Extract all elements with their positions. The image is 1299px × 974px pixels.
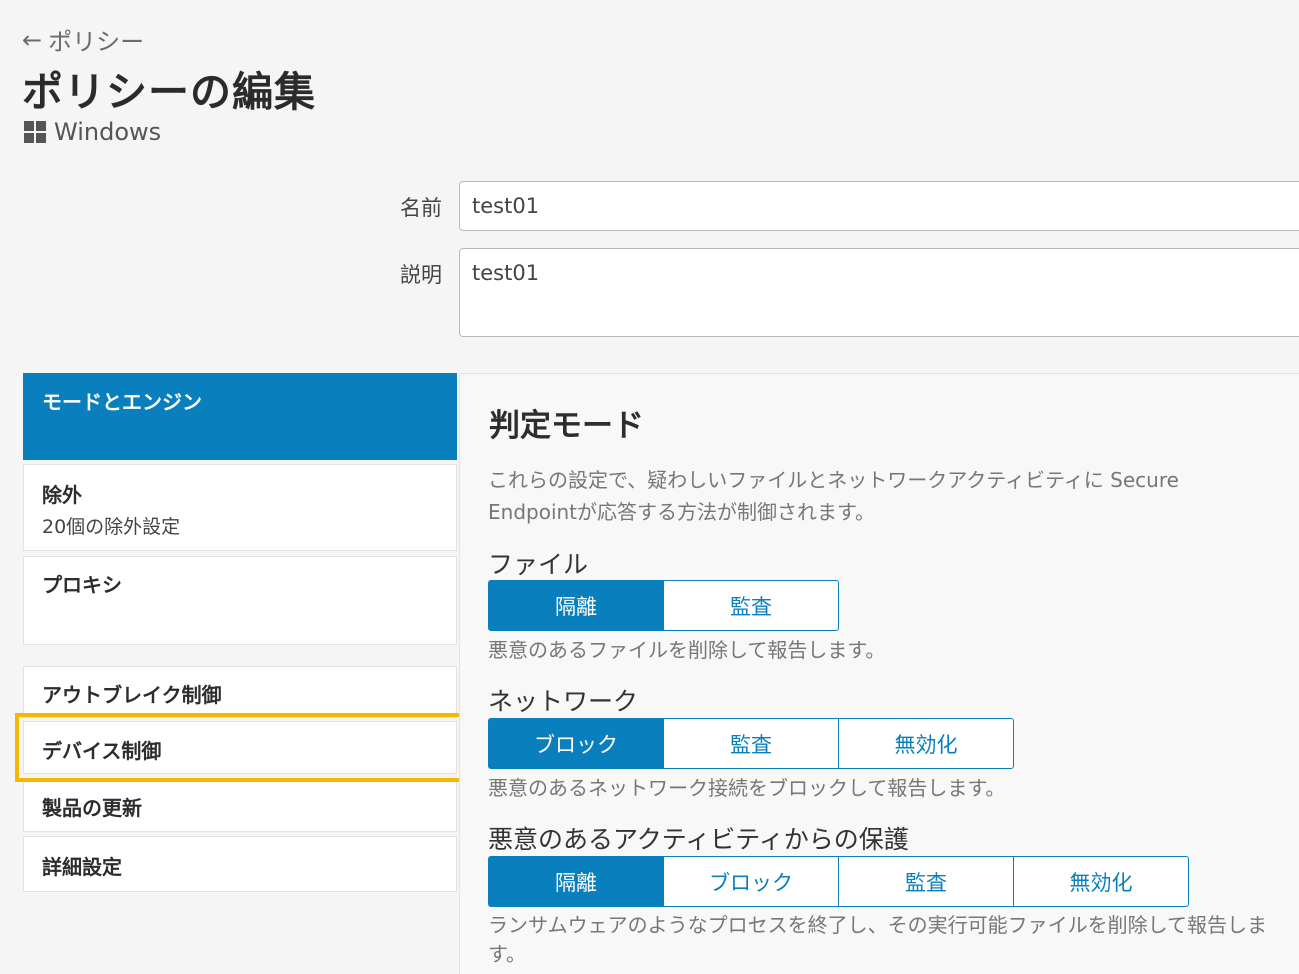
file-quarantine-button[interactable]: 隔離 [488,580,664,631]
os-name: Windows [54,118,162,146]
activity-block-button[interactable]: ブロック [663,856,839,907]
page-title: ポリシーの編集 [22,68,316,116]
sidebar-item-label: 製品の更新 [42,796,142,820]
section-description: これらの設定で、疑わしいファイルとネットワークアクティビティに Secure E… [488,468,1179,524]
network-label: ネットワーク [488,687,639,716]
sidebar-item-label: 詳細設定 [42,855,122,879]
sidebar-item-product-updates[interactable]: 製品の更新 [23,778,457,832]
network-mode-selector: ブロック 監査 無効化 [488,718,1014,769]
arrow-left-icon: ← [22,25,43,54]
sidebar-item-subtitle: 20個の除外設定 [42,516,181,538]
back-link-label: ポリシー [48,28,145,56]
file-help-text: 悪意のあるファイルを削除して報告します。 [488,638,886,662]
sidebar-item-label: 除外 [42,483,82,507]
back-link[interactable]: ← ポリシー [22,22,144,57]
network-disable-button[interactable]: 無効化 [838,718,1014,769]
activity-mode-selector: 隔離 ブロック 監査 無効化 [488,856,1189,907]
sidebar-item-exclusions[interactable]: 除外 20個の除外設定 [23,464,457,551]
file-mode-selector: 隔離 監査 [488,580,839,631]
activity-help-text: ランサムウェアのようなプロセスを終了し、その実行可能ファイルを削除して報告します… [488,913,1267,966]
os-indicator: Windows [24,118,161,146]
network-block-button[interactable]: ブロック [488,718,664,769]
description-textarea[interactable]: test01 [459,248,1299,337]
name-input[interactable]: test01 [459,181,1299,231]
sidebar-item-label: モードとエンジン [42,390,202,414]
section-title: 判定モード [489,408,644,444]
description-label: 説明 [400,263,442,287]
name-label: 名前 [400,196,442,220]
sidebar-item-device-control[interactable]: デバイス制御 [23,721,457,774]
sidebar-item-label: デバイス制御 [42,739,162,763]
windows-icon [24,121,46,143]
sidebar-item-advanced-settings[interactable]: 詳細設定 [23,836,457,892]
sidebar-item-proxy[interactable]: プロキシ [23,556,457,645]
file-audit-button[interactable]: 監査 [663,580,839,631]
activity-audit-button[interactable]: 監査 [838,856,1014,907]
sidebar-item-outbreak-control[interactable]: アウトブレイク制御 [23,666,457,718]
activity-label: 悪意のあるアクティビティからの保護 [488,825,909,854]
activity-disable-button[interactable]: 無効化 [1013,856,1189,907]
sidebar-item-label: アウトブレイク制御 [42,683,222,707]
network-help-text: 悪意のあるネットワーク接続をブロックして報告します。 [488,776,1006,800]
activity-quarantine-button[interactable]: 隔離 [488,856,664,907]
file-label: ファイル [488,550,589,579]
sidebar-item-mode-engine[interactable]: モードとエンジン [23,373,457,460]
sidebar-item-label: プロキシ [42,573,122,597]
network-audit-button[interactable]: 監査 [663,718,839,769]
